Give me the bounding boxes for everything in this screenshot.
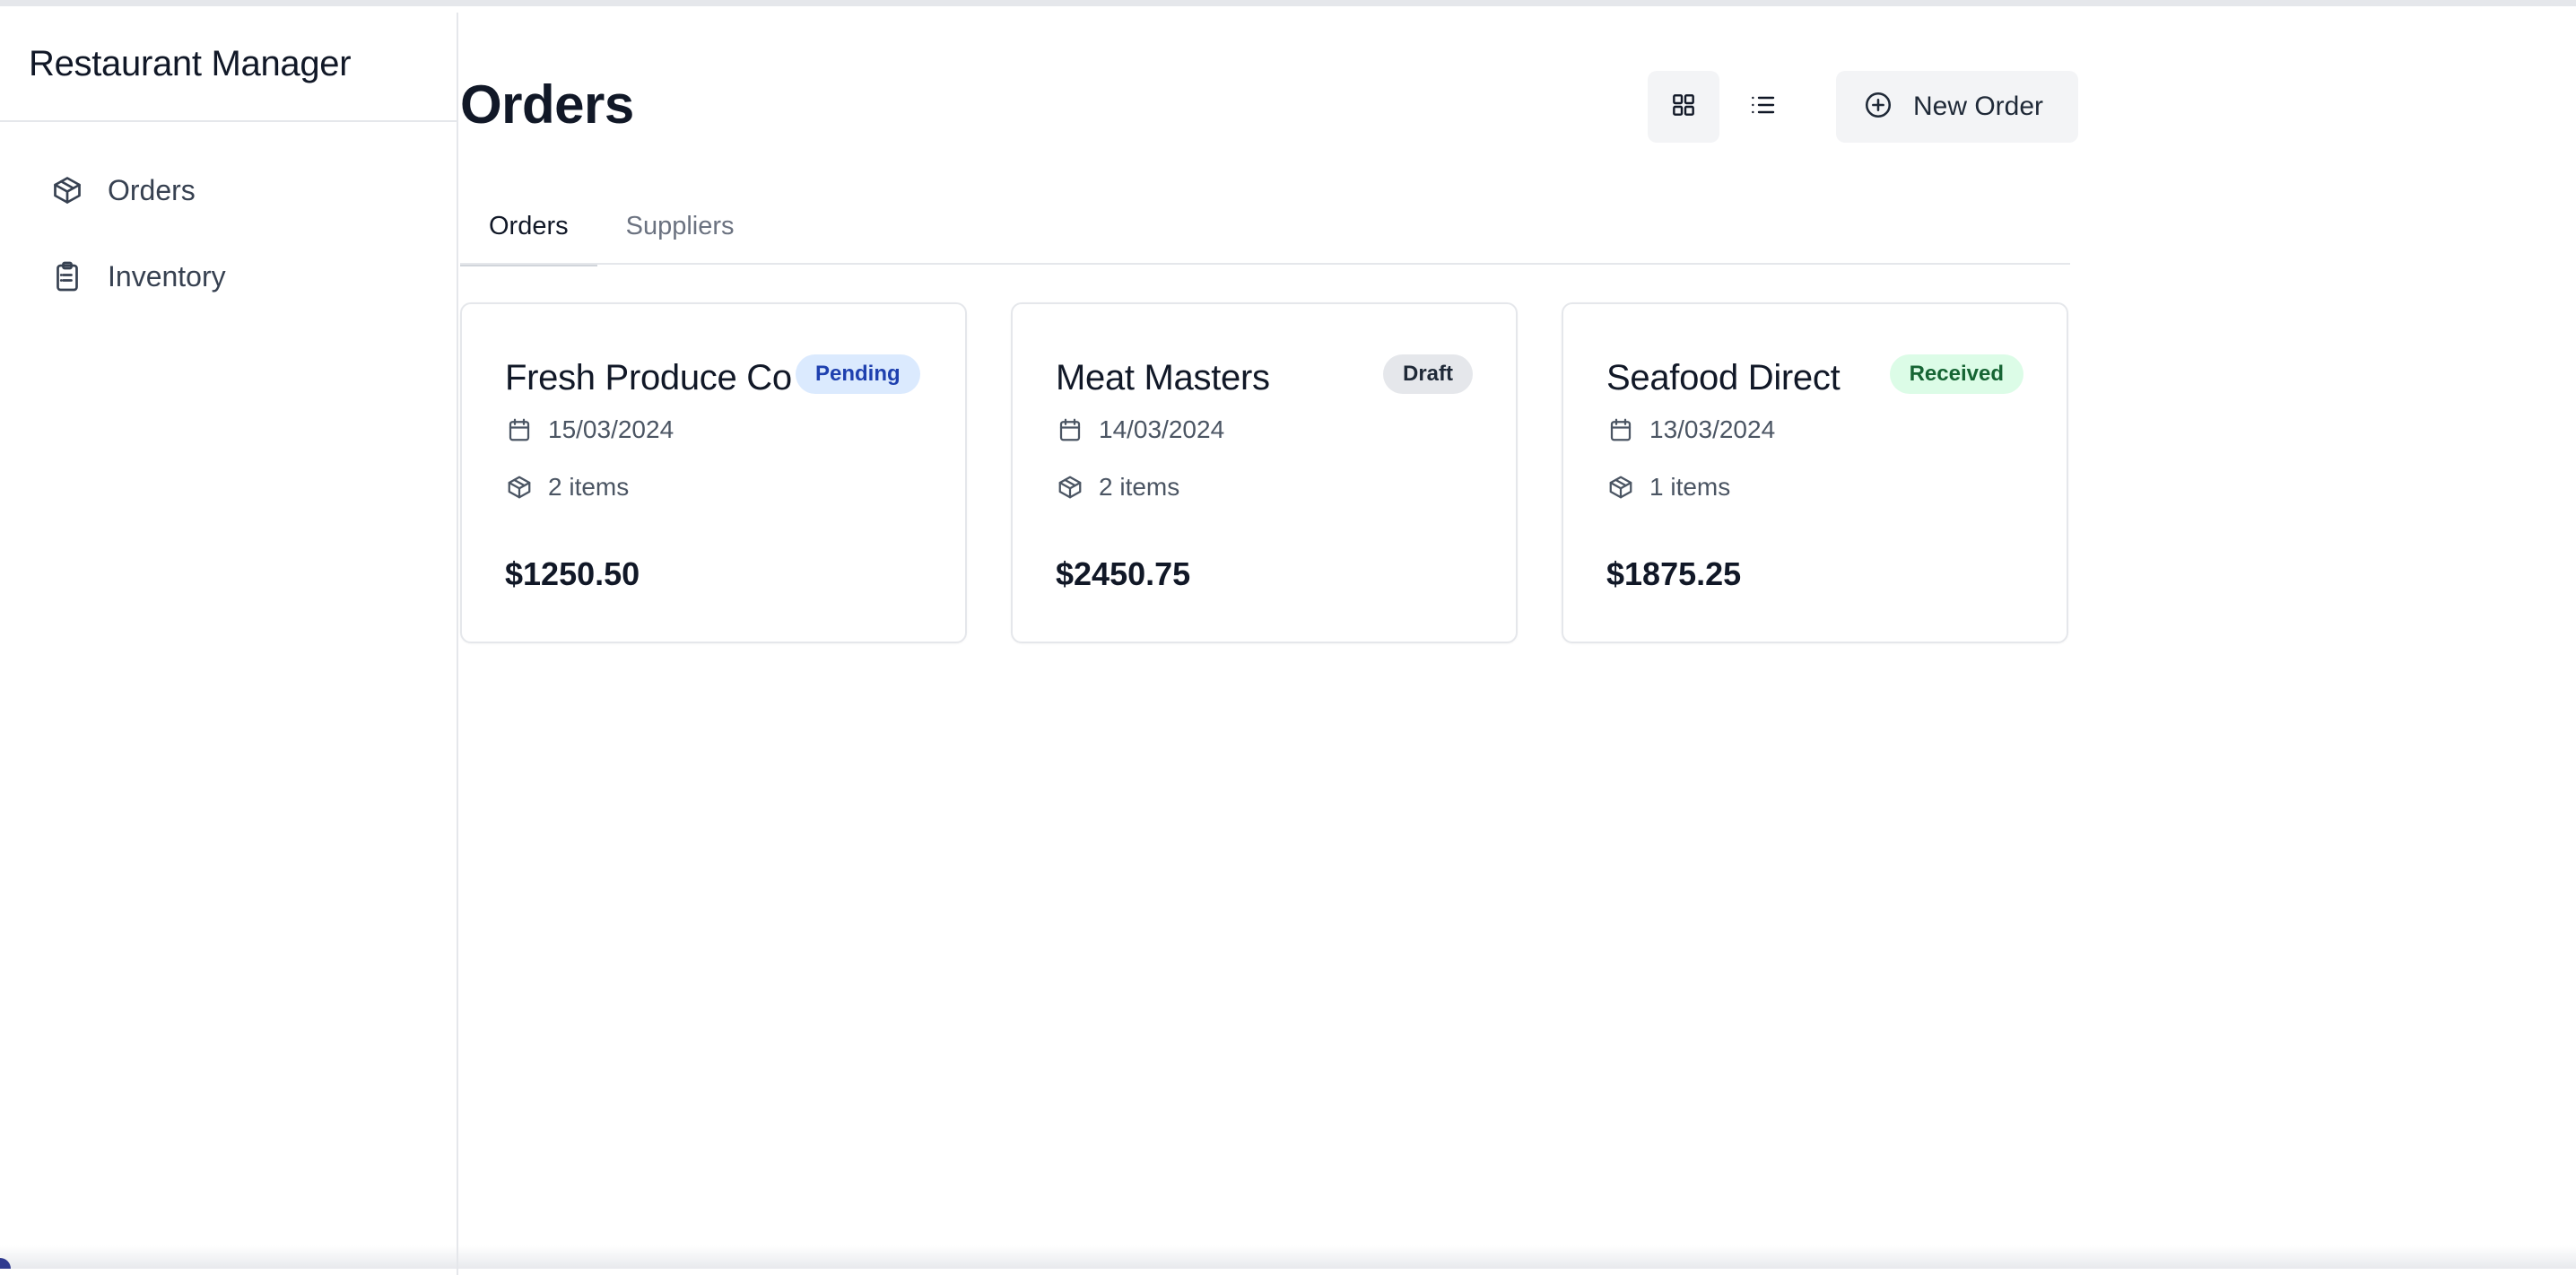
window-bottom-shadow <box>0 1245 2576 1269</box>
list-view-button[interactable] <box>1727 71 1798 143</box>
calendar-icon <box>1056 415 1084 444</box>
page-title: Orders <box>460 74 634 135</box>
order-card[interactable]: Meat Masters Draft 14/03/2024 2 items $2… <box>1011 302 1518 643</box>
order-cards: Fresh Produce Co Pending 15/03/2024 2 it… <box>460 302 2068 643</box>
order-date: 14/03/2024 <box>1056 415 1224 444</box>
tab-label: Orders <box>489 211 569 240</box>
app-title: Restaurant Manager <box>29 43 352 83</box>
status-badge: Pending <box>796 354 920 394</box>
order-items-text: 1 items <box>1649 473 1731 501</box>
status-badge: Received <box>1889 354 2023 394</box>
order-total: $1250.50 <box>505 555 640 592</box>
sidebar: Restaurant Manager Orders Inventory <box>0 13 458 1275</box>
sidebar-item-label: Inventory <box>108 259 226 293</box>
grid-view-button[interactable] <box>1648 71 1719 143</box>
order-card[interactable]: Fresh Produce Co Pending 15/03/2024 2 it… <box>460 302 967 643</box>
order-date-text: 14/03/2024 <box>1099 415 1225 443</box>
plus-circle-icon <box>1863 90 1893 125</box>
supplier-name: Meat Masters <box>1056 358 1270 397</box>
tab-bar: Orders Suppliers <box>460 196 2070 266</box>
order-date-text: 13/03/2024 <box>1649 415 1776 443</box>
grid-icon <box>1669 91 1698 124</box>
list-icon <box>1748 91 1777 124</box>
status-badge: Draft <box>1382 354 1473 394</box>
order-date-text: 15/03/2024 <box>548 415 674 443</box>
clipboard-list-icon <box>50 259 84 293</box>
sidebar-nav: Orders Inventory <box>0 122 457 319</box>
package-icon <box>50 173 84 207</box>
tab-orders[interactable]: Orders <box>460 196 597 266</box>
sidebar-item-label: Orders <box>108 173 196 206</box>
tab-label: Suppliers <box>625 211 735 240</box>
toolbar: New Order <box>1648 71 2078 143</box>
new-order-label: New Order <box>1913 92 2044 121</box>
tab-suppliers[interactable]: Suppliers <box>597 196 763 265</box>
order-date: 13/03/2024 <box>1606 415 1775 444</box>
package-icon <box>1056 473 1084 502</box>
order-items-text: 2 items <box>548 473 630 501</box>
order-items: 2 items <box>1056 473 1179 502</box>
calendar-icon <box>1606 415 1635 444</box>
order-items-text: 2 items <box>1099 473 1180 501</box>
order-card[interactable]: Seafood Direct Received 13/03/2024 1 ite… <box>1562 302 2068 643</box>
app-window: Restaurant Manager Orders Inventory Orde… <box>0 0 2576 1275</box>
supplier-name: Fresh Produce Co <box>505 358 792 397</box>
new-order-button[interactable]: New Order <box>1836 71 2078 143</box>
order-total: $1875.25 <box>1606 555 1742 592</box>
package-icon <box>505 473 534 502</box>
sidebar-item-orders[interactable]: Orders <box>0 147 457 233</box>
sidebar-header: Restaurant Manager <box>0 13 457 122</box>
order-total: $2450.75 <box>1056 555 1191 592</box>
package-icon <box>1606 473 1635 502</box>
order-items: 1 items <box>1606 473 1730 502</box>
calendar-icon <box>505 415 534 444</box>
sidebar-item-inventory[interactable]: Inventory <box>0 233 457 319</box>
order-date: 15/03/2024 <box>505 415 674 444</box>
supplier-name: Seafood Direct <box>1606 358 1841 397</box>
order-items: 2 items <box>505 473 629 502</box>
